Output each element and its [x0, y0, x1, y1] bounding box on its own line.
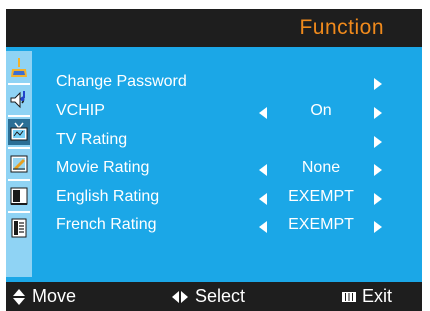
left-arrow-icon[interactable]	[259, 107, 267, 119]
select-label: Select	[195, 286, 246, 306]
menu-row-label: Movie Rating	[56, 159, 150, 176]
osd-menu: Function Change Password VCHIP On TV Rat…	[6, 9, 422, 311]
menu-row-english-rating[interactable]: English Rating EXEMPT	[6, 184, 422, 212]
menu-row-tv-rating[interactable]: TV Rating	[6, 127, 422, 155]
left-arrow-icon[interactable]	[259, 221, 267, 233]
menu-row-label: French Rating	[56, 216, 157, 233]
right-arrow-icon[interactable]	[374, 78, 382, 90]
menu-row-movie-rating[interactable]: Movie Rating None	[6, 155, 422, 183]
footer-exit-hint: Exit	[342, 286, 392, 307]
up-down-arrows-icon	[13, 288, 25, 305]
menu-footer: Move Select Exit	[6, 282, 422, 311]
menu-row-label: VCHIP	[56, 102, 105, 119]
menu-title: Function	[299, 16, 384, 39]
left-right-arrows-icon	[172, 290, 188, 303]
menu-row-value: None	[301, 159, 341, 176]
left-arrow-icon[interactable]	[259, 193, 267, 205]
right-arrow-icon[interactable]	[374, 164, 382, 176]
menu-row-value: On	[310, 102, 332, 119]
footer-move-hint: Move	[12, 286, 76, 307]
menu-header: Function	[6, 9, 422, 47]
menu-row-vchip[interactable]: VCHIP On	[6, 98, 422, 126]
right-arrow-icon[interactable]	[374, 193, 382, 205]
exit-label: Exit	[362, 286, 393, 306]
left-arrow-icon[interactable]	[259, 164, 267, 176]
menu-row-label: TV Rating	[56, 131, 128, 148]
menu-row-label: Change Password	[56, 73, 187, 90]
footer-select-hint: Select	[171, 286, 245, 307]
menu-row-value: EXEMPT	[288, 188, 354, 205]
menu-row-value: EXEMPT	[288, 216, 354, 233]
move-label: Move	[32, 286, 77, 306]
menu-key-icon	[342, 291, 356, 302]
menu-row-label: English Rating	[56, 188, 160, 205]
right-arrow-icon[interactable]	[374, 136, 382, 148]
menu-content: Change Password VCHIP On TV Rating Movie…	[6, 47, 422, 282]
menu-row-french-rating[interactable]: French Rating EXEMPT	[6, 212, 422, 240]
right-arrow-icon[interactable]	[374, 107, 382, 119]
menu-row-change-password[interactable]: Change Password	[6, 69, 422, 97]
right-arrow-icon[interactable]	[374, 221, 382, 233]
